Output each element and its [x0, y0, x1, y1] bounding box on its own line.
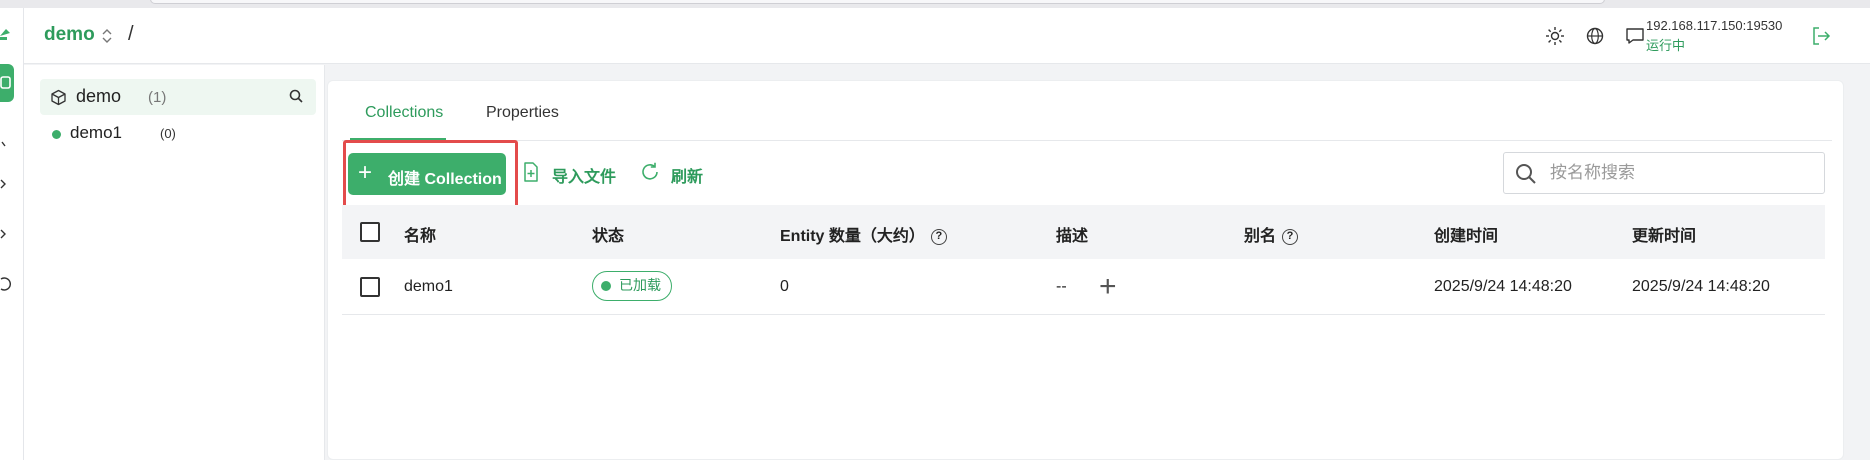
refresh-icon[interactable]	[639, 161, 661, 183]
top-header: demo / 192.168.117.150:19530 运行中	[24, 8, 1870, 64]
sun-icon[interactable]	[1544, 25, 1566, 47]
tree-database-item[interactable]: demo (1)	[40, 79, 316, 115]
updated-time-value: 2025/9/24 14:48:20	[1632, 278, 1770, 295]
status-badge: 已加载	[592, 271, 672, 301]
nav-item-system-icon[interactable]	[0, 226, 16, 242]
logo-icon	[0, 29, 10, 40]
help-icon[interactable]: ?	[1282, 229, 1299, 245]
server-info: 192.168.117.150:19530 运行中	[1646, 18, 1782, 54]
file-import-icon[interactable]	[521, 161, 541, 183]
add-alias-button[interactable]: +	[1099, 272, 1117, 302]
table-header: 名称 状态 Entity 数量（大约）? 描述 别名? 创建时间 更新时间	[342, 205, 1825, 259]
tab-bar: Collections Properties	[342, 81, 1832, 141]
nav-item-collections-icon[interactable]	[0, 136, 16, 152]
search-box	[1503, 152, 1825, 194]
column-header-created[interactable]: 创建时间	[1434, 222, 1498, 246]
description-value: --	[1056, 278, 1067, 295]
tab-collections[interactable]: Collections	[365, 104, 443, 122]
search-icon[interactable]	[288, 88, 305, 105]
column-header-entity-count[interactable]: Entity 数量（大约）?	[780, 222, 947, 246]
row-checkbox[interactable]	[360, 277, 380, 297]
import-file-button[interactable]: 导入文件	[552, 163, 616, 187]
database-tree: demo (1) demo1 (0)	[24, 65, 325, 460]
browser-top-strip	[0, 0, 1870, 8]
status-text: 已加载	[619, 277, 661, 293]
collections-card: Collections Properties + 创建 Collection 导…	[327, 80, 1844, 460]
nav-item-code-icon[interactable]	[0, 176, 16, 192]
column-header-updated[interactable]: 更新时间	[1632, 222, 1696, 246]
server-address: 192.168.117.150:19530	[1646, 18, 1783, 33]
select-all-checkbox[interactable]	[360, 222, 380, 242]
nav-item-database[interactable]	[0, 64, 14, 102]
tree-database-count: (1)	[148, 89, 167, 106]
nav-rail	[0, 8, 24, 460]
logout-icon[interactable]	[1810, 25, 1832, 47]
address-bar-edge	[150, 0, 1605, 4]
plus-icon: +	[358, 159, 373, 186]
tab-properties[interactable]: Properties	[486, 104, 559, 122]
breadcrumb-separator: /	[128, 23, 134, 45]
help-icon[interactable]: ?	[930, 229, 947, 245]
globe-icon[interactable]	[1584, 25, 1606, 47]
nav-item-history-icon[interactable]	[0, 276, 16, 292]
column-header-description[interactable]: 描述	[1056, 222, 1088, 246]
refresh-button[interactable]: 刷新	[671, 163, 703, 187]
status-dot	[601, 281, 611, 291]
column-header-alias[interactable]: 别名?	[1244, 222, 1299, 246]
alias-header-label: 别名	[1244, 228, 1277, 245]
tree-collection-name: demo1	[70, 123, 122, 142]
entity-count-header-label: Entity 数量（大约）	[780, 228, 925, 245]
table-row: demo1 已加载 0 -- + 2025/9/24 14:48:20 2025…	[342, 259, 1825, 315]
collection-name-link[interactable]: demo1	[404, 278, 453, 296]
created-time-value: 2025/9/24 14:48:20	[1434, 278, 1572, 295]
create-collection-button[interactable]: + 创建 Collection	[348, 153, 506, 195]
entity-count-value: 0	[780, 278, 789, 295]
tree-database-name: demo	[76, 86, 122, 106]
server-status: 运行中	[1646, 38, 1686, 53]
database-selector[interactable]: demo	[44, 24, 95, 46]
search-input[interactable]	[1550, 161, 1810, 185]
search-icon	[1516, 164, 1536, 184]
tree-collection-count: (0)	[160, 126, 176, 141]
database-icon	[0, 76, 11, 89]
chevron-up-down-icon[interactable]	[100, 26, 114, 46]
column-header-status[interactable]: 状态	[592, 222, 624, 246]
column-header-name[interactable]: 名称	[404, 222, 436, 246]
loaded-status-dot	[52, 130, 61, 139]
create-collection-label: 创建 Collection	[388, 171, 502, 188]
cube-icon	[51, 89, 66, 106]
message-icon[interactable]	[1624, 25, 1646, 47]
